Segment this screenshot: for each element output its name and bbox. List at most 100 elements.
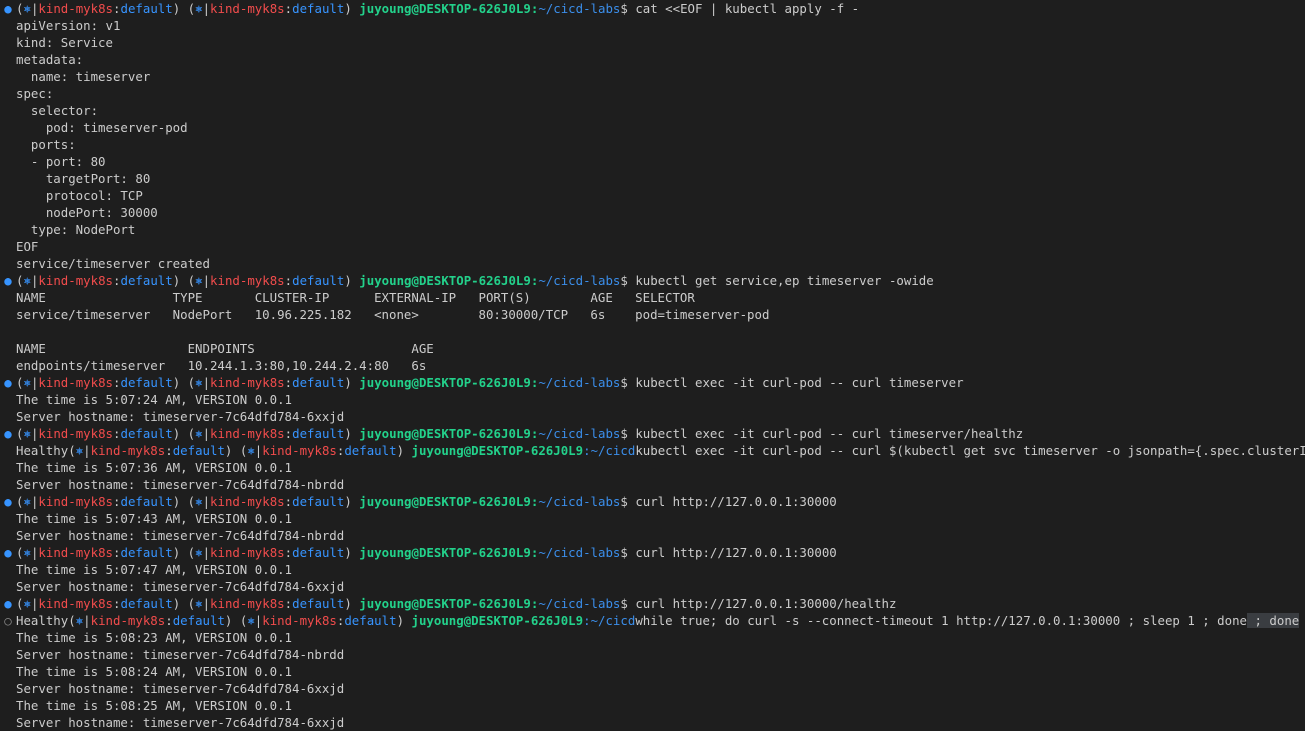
prompt-paren: (	[187, 375, 196, 390]
output-line: service/timeserver NodePort 10.96.225.18…	[0, 306, 1305, 323]
kube-namespace: default	[120, 545, 173, 560]
output-line: name: timeserver	[0, 68, 1305, 85]
helm-wheel-icon: ⎈	[195, 494, 203, 509]
helm-wheel-icon: ⎈	[195, 273, 203, 288]
kube-context: kind-myk8s	[210, 545, 285, 560]
kube-namespace: default	[292, 1, 345, 16]
kube-namespace: default	[120, 426, 173, 441]
output-line: The time is 5:07:24 AM, VERSION 0.0.1	[0, 391, 1305, 408]
user-host: juyoung@DESKTOP-626J0L9	[411, 443, 584, 458]
circle-filled-icon[interactable]: ●	[0, 544, 16, 561]
circle-filled-icon[interactable]: ●	[0, 493, 16, 510]
output-text: Server hostname: timeserver-7c64dfd784-6…	[16, 715, 345, 730]
prompt-separator: |	[202, 545, 211, 560]
circle-filled-icon[interactable]: ●	[0, 595, 16, 612]
circle-filled-icon[interactable]: ●	[0, 374, 16, 391]
output-text: service/timeserver NodePort 10.96.225.18…	[16, 307, 770, 322]
output-line: EOF	[0, 238, 1305, 255]
command-text: cat <<EOF | kubectl apply -f -	[627, 1, 860, 16]
command-text: curl http://127.0.0.1:30000	[627, 545, 837, 560]
kube-namespace: default	[120, 375, 173, 390]
current-directory: ~/cicd-labs	[538, 426, 621, 441]
prompt-paren: )	[396, 443, 405, 458]
current-directory: ~/cicd-labs	[538, 596, 621, 611]
circle-filled-icon[interactable]: ●	[0, 272, 16, 289]
prompt-paren: (	[68, 613, 76, 628]
output-line: The time is 5:07:43 AM, VERSION 0.0.1	[0, 510, 1305, 527]
prompt-line: ● (⎈|kind-myk8s:default) (⎈|kind-myk8s:de…	[0, 595, 1305, 612]
kube-namespace: default	[292, 596, 345, 611]
prompt-paren: )	[396, 613, 405, 628]
terminal-panel[interactable]: ● (⎈|kind-myk8s:default) (⎈|kind-myk8s:de…	[0, 0, 1305, 731]
output-text: endpoints/timeserver 10.244.1.3:80,10.24…	[16, 358, 427, 373]
kube-context: kind-myk8s	[38, 1, 114, 16]
kube-context: kind-myk8s	[90, 613, 166, 628]
prompt-dollar: $	[620, 545, 628, 560]
prompt-paren: )	[344, 1, 352, 16]
current-directory: ~/cicd-labs	[538, 1, 621, 16]
output-line: The time is 5:07:36 AM, VERSION 0.0.1	[0, 459, 1305, 476]
prompt-separator: |	[202, 375, 211, 390]
prompt-paren: )	[344, 596, 352, 611]
output-text: kind: Service	[16, 35, 113, 50]
output-text: metadata:	[16, 52, 84, 67]
output-line: apiVersion: v1	[0, 17, 1305, 34]
prompt-line: ● (⎈|kind-myk8s:default) (⎈|kind-myk8s:de…	[0, 272, 1305, 289]
current-directory: ~/cicd-labs	[538, 494, 621, 509]
kube-namespace: default	[292, 494, 345, 509]
helm-wheel-icon: ⎈	[195, 545, 203, 560]
kube-namespace: default	[172, 613, 225, 628]
prompt-line: ● (⎈|kind-myk8s:default) (⎈|kind-myk8s:de…	[0, 493, 1305, 510]
circle-filled-icon[interactable]: ●	[0, 425, 16, 442]
helm-wheel-icon: ⎈	[23, 545, 31, 560]
output-line: The time is 5:07:47 AM, VERSION 0.0.1	[0, 561, 1305, 578]
prompt-colon: :	[284, 596, 293, 611]
prompt-colon: :	[284, 273, 293, 288]
output-line: spec:	[0, 85, 1305, 102]
helm-wheel-icon: ⎈	[23, 596, 31, 611]
helm-wheel-icon: ⎈	[23, 375, 31, 390]
user-host: juyoung@DESKTOP-626J0L9	[359, 426, 531, 441]
prompt-paren: )	[344, 273, 352, 288]
kube-namespace: default	[120, 596, 173, 611]
current-directory: ~/cicd	[590, 443, 636, 458]
prompt-colon: :	[165, 443, 173, 458]
command-text: kubectl exec -it curl-pod -- curl timese…	[627, 375, 964, 390]
circle-filled-icon[interactable]: ●	[0, 0, 16, 17]
output-text: protocol: TCP	[16, 188, 143, 203]
output-line: Server hostname: timeserver-7c64dfd784-n…	[0, 476, 1305, 493]
healthz-output: Healthy	[16, 613, 69, 628]
output-line: NAME ENDPOINTS AGE	[0, 340, 1305, 357]
current-directory: ~/cicd	[590, 613, 636, 628]
output-line: - port: 80	[0, 153, 1305, 170]
output-line: service/timeserver created	[0, 255, 1305, 272]
kube-context: kind-myk8s	[210, 494, 285, 509]
output-line: Server hostname: timeserver-7c64dfd784-6…	[0, 578, 1305, 595]
prompt-separator: |	[83, 613, 91, 628]
kube-namespace: default	[344, 443, 397, 458]
output-text: Server hostname: timeserver-7c64dfd784-n…	[16, 528, 345, 543]
prompt-paren: (	[187, 494, 196, 509]
output-text: selector:	[16, 103, 99, 118]
output-text: ports:	[16, 137, 76, 152]
helm-wheel-icon: ⎈	[195, 1, 203, 16]
output-line: ports:	[0, 136, 1305, 153]
prompt-paren: (	[187, 596, 196, 611]
output-text: pod: timeserver-pod	[16, 120, 188, 135]
output-text: Server hostname: timeserver-7c64dfd784-n…	[16, 477, 345, 492]
output-text: The time is 5:08:24 AM, VERSION 0.0.1	[16, 664, 293, 679]
output-text: Server hostname: timeserver-7c64dfd784-6…	[16, 409, 345, 424]
circle-outline-icon[interactable]: ○	[0, 612, 16, 629]
kube-context: kind-myk8s	[262, 613, 337, 628]
helm-wheel-icon: ⎈	[247, 613, 255, 628]
output-text: EOF	[16, 239, 39, 254]
output-text: NAME ENDPOINTS AGE	[16, 341, 434, 356]
prompt-separator: |	[202, 273, 211, 288]
output-text: service/timeserver created	[16, 256, 210, 271]
output-text: The time is 5:07:43 AM, VERSION 0.0.1	[16, 511, 293, 526]
command-text: kubectl get service,ep timeserver -owide	[627, 273, 934, 288]
command-text: curl http://127.0.0.1:30000	[627, 494, 837, 509]
